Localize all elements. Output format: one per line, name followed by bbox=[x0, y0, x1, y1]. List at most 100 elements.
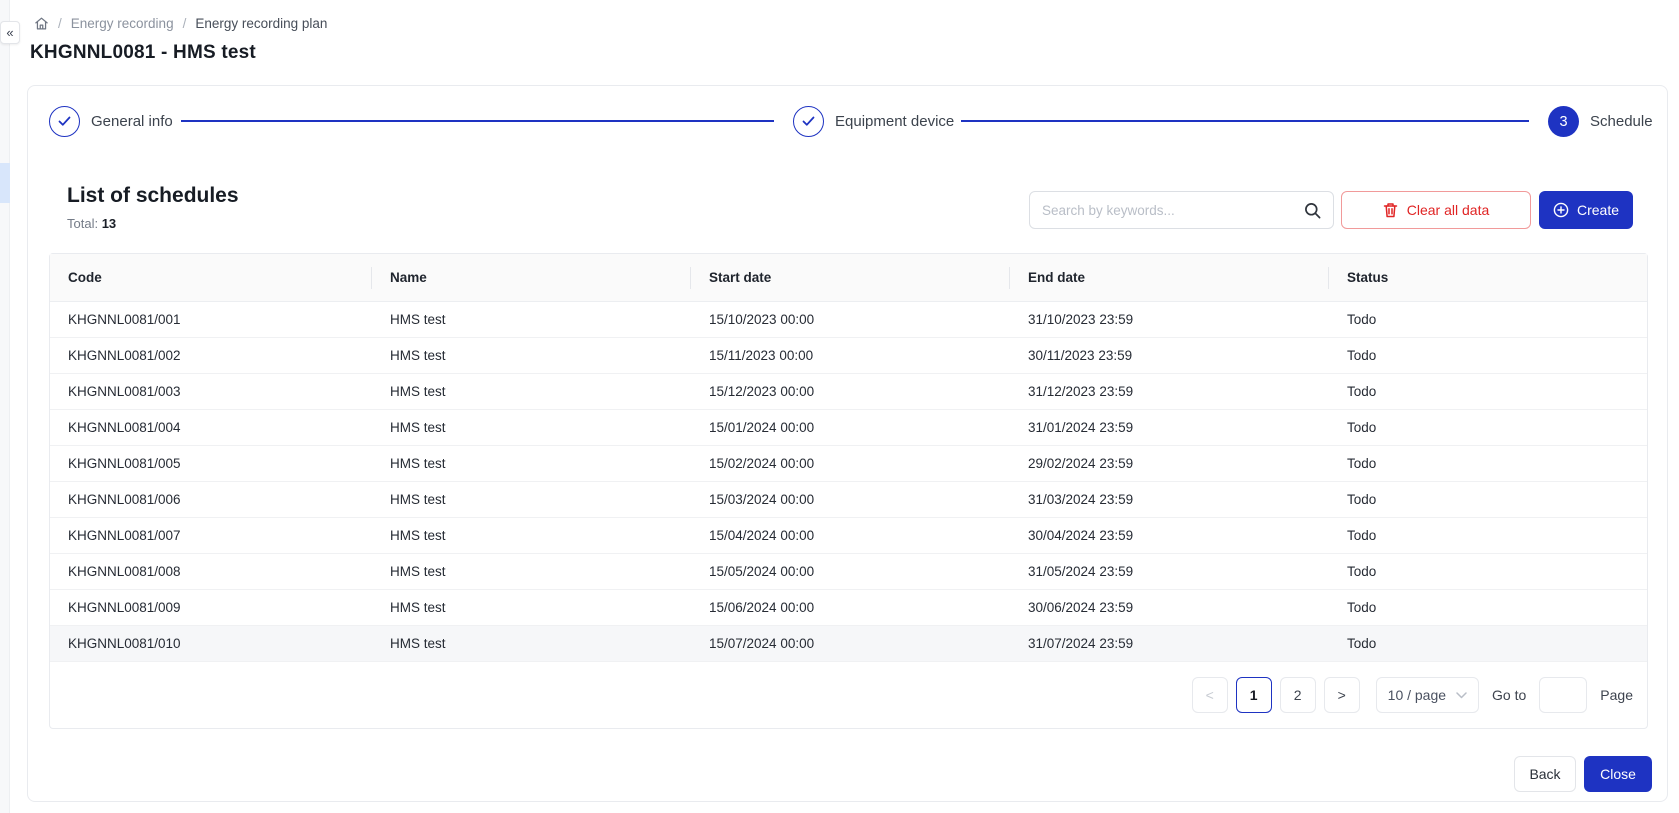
cell-end-date: 30/06/2024 23:59 bbox=[1010, 590, 1329, 625]
pagination: < 1 2 > 10 / page Go to Page bbox=[50, 662, 1647, 728]
pagination-next-button[interactable]: > bbox=[1324, 677, 1360, 713]
cell-start-date: 15/07/2024 00:00 bbox=[691, 626, 1010, 661]
step-label: Schedule bbox=[1590, 113, 1653, 130]
step-connector bbox=[181, 120, 774, 122]
table-row[interactable]: KHGNNL0081/005 HMS test 15/02/2024 00:00… bbox=[50, 446, 1647, 482]
create-button[interactable]: Create bbox=[1539, 191, 1633, 229]
column-header-code: Code bbox=[50, 254, 372, 301]
step-general-info[interactable]: General info bbox=[49, 106, 173, 137]
cell-code: KHGNNL0081/007 bbox=[50, 518, 372, 553]
breadcrumb-item-energy-recording-plan: Energy recording plan bbox=[195, 16, 327, 31]
step-check-icon bbox=[793, 106, 824, 137]
cell-start-date: 15/12/2023 00:00 bbox=[691, 374, 1010, 409]
cell-status: Todo bbox=[1329, 446, 1647, 481]
search-box bbox=[1029, 191, 1334, 229]
cell-end-date: 31/10/2023 23:59 bbox=[1010, 302, 1329, 337]
step-equipment-device[interactable]: Equipment device bbox=[793, 106, 954, 137]
cell-start-date: 15/02/2024 00:00 bbox=[691, 446, 1010, 481]
cell-status: Todo bbox=[1329, 482, 1647, 517]
cell-status: Todo bbox=[1329, 518, 1647, 553]
pagination-page-1-button[interactable]: 1 bbox=[1236, 677, 1272, 713]
cell-name: HMS test bbox=[372, 446, 691, 481]
column-header-name: Name bbox=[372, 254, 691, 301]
cell-status: Todo bbox=[1329, 302, 1647, 337]
cell-name: HMS test bbox=[372, 338, 691, 373]
page-size-select[interactable]: 10 / page bbox=[1376, 677, 1479, 713]
cell-status: Todo bbox=[1329, 554, 1647, 589]
create-button-label: Create bbox=[1577, 202, 1619, 218]
total-value: 13 bbox=[102, 216, 116, 231]
cell-status: Todo bbox=[1329, 374, 1647, 409]
cell-end-date: 30/04/2024 23:59 bbox=[1010, 518, 1329, 553]
table-row[interactable]: KHGNNL0081/010 HMS test 15/07/2024 00:00… bbox=[50, 626, 1647, 662]
step-connector bbox=[961, 120, 1529, 122]
plus-circle-icon bbox=[1553, 202, 1569, 218]
breadcrumb-item-energy-recording[interactable]: Energy recording bbox=[71, 16, 174, 31]
total-label: Total: bbox=[67, 216, 98, 231]
column-header-end-date: End date bbox=[1010, 254, 1329, 301]
home-icon[interactable] bbox=[34, 16, 49, 31]
cell-code: KHGNNL0081/004 bbox=[50, 410, 372, 445]
cell-start-date: 15/05/2024 00:00 bbox=[691, 554, 1010, 589]
cell-start-date: 15/01/2024 00:00 bbox=[691, 410, 1010, 445]
cell-start-date: 15/04/2024 00:00 bbox=[691, 518, 1010, 553]
collapsed-sidebar bbox=[0, 0, 10, 813]
step-schedule[interactable]: 3 Schedule bbox=[1548, 106, 1653, 137]
step-check-icon bbox=[49, 106, 80, 137]
goto-label: Go to bbox=[1492, 687, 1526, 703]
cell-code: KHGNNL0081/003 bbox=[50, 374, 372, 409]
table-row[interactable]: KHGNNL0081/002 HMS test 15/11/2023 00:00… bbox=[50, 338, 1647, 374]
column-header-status: Status bbox=[1329, 254, 1647, 301]
cell-name: HMS test bbox=[372, 410, 691, 445]
table-row[interactable]: KHGNNL0081/008 HMS test 15/05/2024 00:00… bbox=[50, 554, 1647, 590]
table-row[interactable]: KHGNNL0081/006 HMS test 15/03/2024 00:00… bbox=[50, 482, 1647, 518]
cell-code: KHGNNL0081/005 bbox=[50, 446, 372, 481]
cell-start-date: 15/03/2024 00:00 bbox=[691, 482, 1010, 517]
column-header-start-date: Start date bbox=[691, 254, 1010, 301]
cell-code: KHGNNL0081/006 bbox=[50, 482, 372, 517]
schedules-table: Code Name Start date End date Status KHG… bbox=[49, 253, 1648, 729]
cell-end-date: 31/07/2024 23:59 bbox=[1010, 626, 1329, 661]
table-header-row: Code Name Start date End date Status bbox=[50, 254, 1647, 302]
pagination-page-2-button[interactable]: 2 bbox=[1280, 677, 1316, 713]
page-size-value: 10 / page bbox=[1388, 687, 1446, 703]
table-row[interactable]: KHGNNL0081/004 HMS test 15/01/2024 00:00… bbox=[50, 410, 1647, 446]
energy-recording-plan-screen: « / Energy recording / Energy recording … bbox=[0, 0, 1679, 813]
cell-code: KHGNNL0081/008 bbox=[50, 554, 372, 589]
table-body: KHGNNL0081/001 HMS test 15/10/2023 00:00… bbox=[50, 302, 1647, 662]
search-input[interactable] bbox=[1042, 203, 1296, 218]
close-button[interactable]: Close bbox=[1584, 756, 1652, 792]
back-button[interactable]: Back bbox=[1514, 756, 1576, 792]
cell-status: Todo bbox=[1329, 410, 1647, 445]
clear-button-label: Clear all data bbox=[1407, 202, 1490, 218]
cell-name: HMS test bbox=[372, 374, 691, 409]
cell-end-date: 31/01/2024 23:59 bbox=[1010, 410, 1329, 445]
sidebar-active-item[interactable] bbox=[0, 163, 10, 203]
table-row[interactable]: KHGNNL0081/009 HMS test 15/06/2024 00:00… bbox=[50, 590, 1647, 626]
cell-name: HMS test bbox=[372, 482, 691, 517]
cell-status: Todo bbox=[1329, 626, 1647, 661]
step-label: Equipment device bbox=[835, 113, 954, 130]
sidebar-collapse-button[interactable]: « bbox=[0, 21, 20, 44]
step-label: General info bbox=[91, 113, 173, 130]
clear-all-data-button[interactable]: Clear all data bbox=[1341, 191, 1531, 229]
cell-end-date: 30/11/2023 23:59 bbox=[1010, 338, 1329, 373]
goto-page-input[interactable] bbox=[1539, 677, 1587, 713]
table-row[interactable]: KHGNNL0081/007 HMS test 15/04/2024 00:00… bbox=[50, 518, 1647, 554]
cell-status: Todo bbox=[1329, 338, 1647, 373]
breadcrumb-separator: / bbox=[58, 16, 62, 31]
step-number-badge: 3 bbox=[1548, 106, 1579, 137]
table-row[interactable]: KHGNNL0081/001 HMS test 15/10/2023 00:00… bbox=[50, 302, 1647, 338]
cell-code: KHGNNL0081/002 bbox=[50, 338, 372, 373]
cell-name: HMS test bbox=[372, 554, 691, 589]
cell-end-date: 31/12/2023 23:59 bbox=[1010, 374, 1329, 409]
cell-end-date: 31/05/2024 23:59 bbox=[1010, 554, 1329, 589]
table-row[interactable]: KHGNNL0081/003 HMS test 15/12/2023 00:00… bbox=[50, 374, 1647, 410]
cell-start-date: 15/10/2023 00:00 bbox=[691, 302, 1010, 337]
cell-name: HMS test bbox=[372, 302, 691, 337]
list-total: Total: 13 bbox=[67, 216, 116, 231]
cell-start-date: 15/06/2024 00:00 bbox=[691, 590, 1010, 625]
search-button[interactable] bbox=[1304, 202, 1321, 219]
breadcrumb-separator: / bbox=[183, 16, 187, 31]
pagination-prev-button[interactable]: < bbox=[1192, 677, 1228, 713]
